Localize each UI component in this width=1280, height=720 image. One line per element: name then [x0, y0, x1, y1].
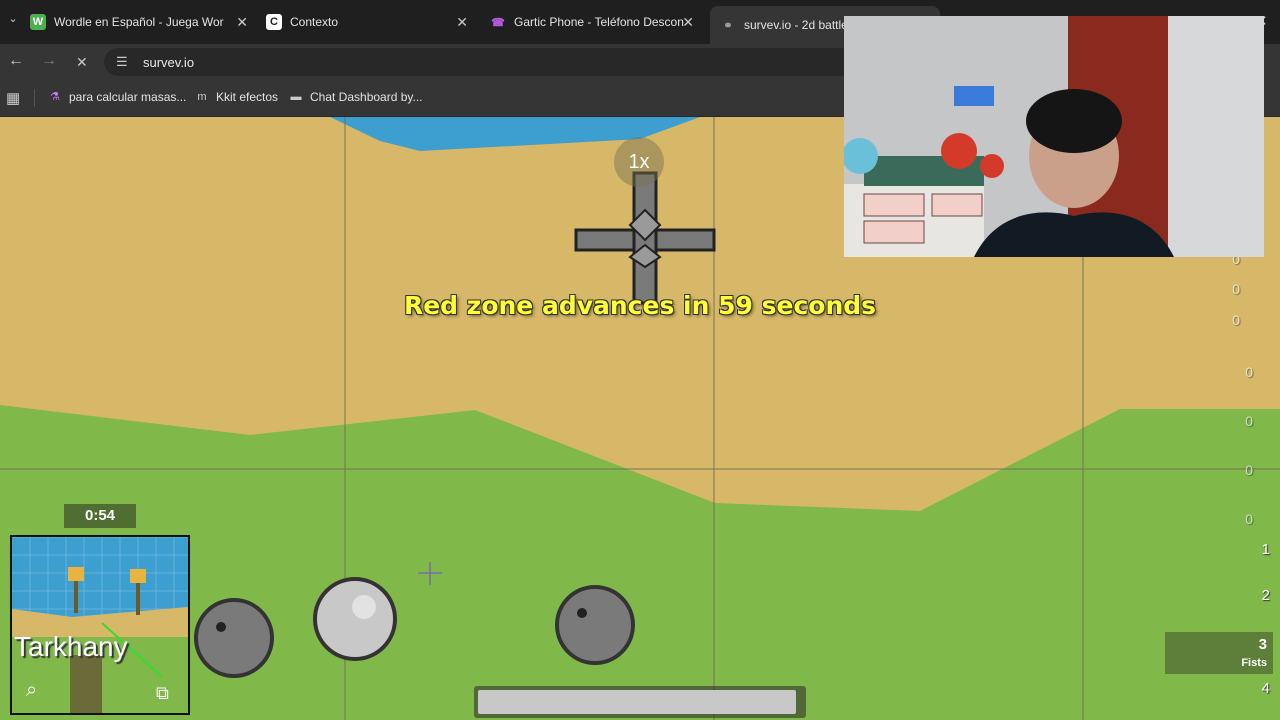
webcam-image [844, 16, 1264, 257]
player-body [313, 577, 397, 661]
player-hand-left [194, 598, 274, 678]
divider [34, 89, 35, 107]
grass-area [0, 405, 1280, 720]
weapon-slot-1[interactable]: 1 [1262, 541, 1270, 558]
ammo-count: 0 [1232, 312, 1240, 328]
bookmark-calcular[interactable]: ⚗ para calcular masas... [48, 90, 186, 104]
close-tab-icon[interactable]: ✕ [682, 14, 694, 31]
site-info-icon[interactable]: ☰ [116, 54, 128, 70]
close-tab-icon[interactable]: ✕ [456, 14, 468, 31]
tab-title: Wordle en Español - Juega Wor [54, 15, 224, 29]
apps-grid-icon[interactable]: ▦ [6, 89, 20, 107]
tab-wordle[interactable]: W Wordle en Español - Juega Wor ✕ [30, 8, 248, 36]
fullscreen-map-icon[interactable]: ⧉ [156, 683, 169, 704]
weapon-name: Fists [1241, 657, 1267, 669]
zoom-level: 1x [614, 137, 664, 187]
address-bar[interactable]: ☰ survev.io [104, 48, 864, 76]
magnify-icon[interactable]: ⌕ [26, 679, 37, 702]
player-hand-right [555, 585, 635, 665]
bookmark-label: Kkit efectos [216, 90, 279, 104]
bookmark-label: Chat Dashboard by... [310, 90, 423, 104]
ammo-count: 0 [1245, 511, 1253, 527]
health-bar [474, 686, 806, 718]
weapon-slot-4[interactable]: 4 [1262, 680, 1270, 697]
weapon-slot-3-selected[interactable]: 3 Fists [1165, 632, 1273, 674]
close-tab-icon[interactable]: ✕ [236, 14, 248, 31]
tab-title: survev.io - 2d battle r [744, 18, 856, 32]
health-bar-fill [478, 690, 796, 714]
tab-title: Gartic Phone - Teléfono Descon [514, 15, 684, 29]
minimap[interactable]: Tarkhany ⌕ ⧉ [10, 535, 190, 715]
forward-icon[interactable]: → [41, 52, 57, 70]
tab-search-icon[interactable]: ⌄ [4, 12, 22, 30]
webcam-overlay [844, 16, 1264, 257]
bookmark-label: para calcular masas... [69, 90, 187, 104]
ammo-count: 0 [1245, 364, 1253, 380]
airdrop-marker [574, 171, 716, 305]
survev-favicon-icon: ⚭ [723, 19, 733, 32]
m-icon: m [197, 91, 207, 103]
bookmark-kkit[interactable]: m Kkit efectos [195, 90, 278, 104]
weapon-slot-2[interactable]: 2 [1262, 587, 1270, 604]
tab-contexto[interactable]: C Contexto ✕ [266, 8, 468, 36]
phone-favicon-icon: ☎ [491, 16, 505, 29]
tab-gartic[interactable]: ☎ Gartic Phone - Teléfono Descon ✕ [490, 8, 694, 36]
back-icon[interactable]: ← [8, 52, 24, 70]
zone-timer: 0:54 [64, 504, 136, 528]
url-text: survev.io [143, 55, 195, 70]
stop-loading-icon[interactable]: ✕ [76, 54, 88, 71]
bookmark-chat-dashboard[interactable]: ▬ Chat Dashboard by... [289, 90, 423, 104]
ammo-count: 0 [1232, 281, 1240, 297]
minimap-location-label: Tarkhany [14, 631, 128, 662]
weapon-slot-number: 3 [1258, 636, 1267, 653]
tab-title: Contexto [290, 15, 339, 29]
contexto-favicon-icon: C [266, 14, 282, 30]
ammo-count: 0 [1245, 413, 1253, 429]
dashboard-icon: ▬ [290, 91, 302, 103]
ammo-count: 0 [1245, 462, 1253, 478]
red-zone-message: Red zone advances in 59 seconds [403, 291, 877, 320]
wordle-favicon-icon: W [30, 14, 46, 30]
flask-icon: ⚗ [50, 91, 60, 103]
